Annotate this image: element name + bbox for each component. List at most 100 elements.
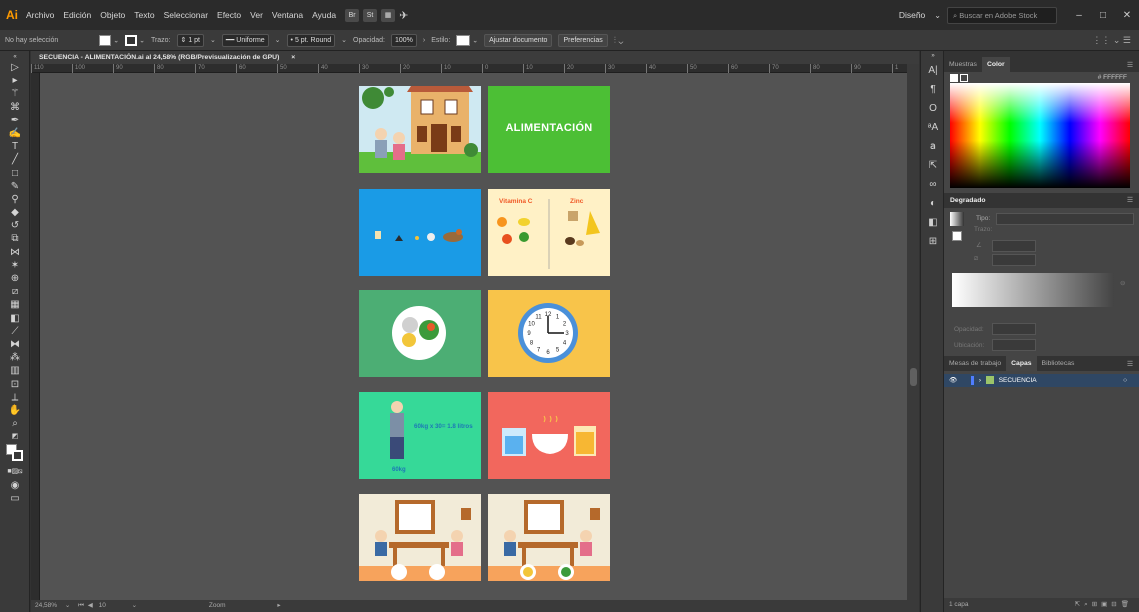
artboard-dining-1[interactable] [359,494,481,581]
chevron-down-icon[interactable]: ⌄ [934,11,941,20]
shaper-tool-icon[interactable]: ⚲ [0,193,30,206]
blend-tool-icon[interactable]: ⧓ [0,338,30,351]
opentype-panel-icon[interactable]: O [921,99,945,118]
artboard-drinks[interactable] [488,392,610,479]
variable-width-profile[interactable]: ━━ Uniforme [221,33,269,47]
fill-stroke-swatches[interactable] [0,443,30,465]
artboard-title[interactable]: ALIMENTACIÓN [488,86,610,173]
close-icon[interactable]: ✕ [1115,10,1139,21]
rotate-tool-icon[interactable]: ↺ [0,219,30,232]
collapse-panels-icon[interactable]: » [921,51,945,61]
stroke-indicator[interactable] [960,74,968,82]
layer-name[interactable]: SECUENCIA [999,377,1037,384]
zoom-tool-icon[interactable]: ⌕ [0,417,30,430]
artboard-plate[interactable] [359,290,481,377]
artboard-water[interactable]: 60kg x 30= 1.8 litros 60kg [359,392,481,479]
vertical-scrollbar[interactable] [907,64,919,600]
gpu-performance-icon[interactable]: ✈ [399,9,408,22]
artboard-dining-2[interactable] [488,494,610,581]
glyphs-panel-icon[interactable]: ᵃA [921,118,945,137]
type-on-path-icon[interactable]: 𝖺 [921,137,945,156]
gradient-location-field[interactable] [992,339,1036,351]
collapse-toolbar-icon[interactable]: « [0,51,30,61]
gradient-tool-icon[interactable]: ◧ [0,312,30,325]
status-menu-arrow-icon[interactable]: ▸ [277,602,280,609]
style-swatch[interactable]: ⌄ [456,34,478,46]
chevron-down-icon[interactable]: ⌄ [210,36,216,44]
visibility-eye-icon[interactable]: 👁 [949,377,957,384]
panel-menu-icon[interactable]: ☰ [1127,360,1133,368]
menu-efecto[interactable]: Efecto [217,10,241,20]
menu-ayuda[interactable]: Ayuda [312,10,336,20]
stock-search-input[interactable]: ⌕ Buscar en Adobe Stock [947,6,1057,24]
gradient-preview[interactable] [950,212,964,226]
column-graph-tool-icon[interactable]: ▥ [0,364,30,377]
color-mode-icon[interactable]: ■▨⧅ [0,465,30,478]
aspect-ratio-field[interactable] [992,254,1036,266]
stock-icon[interactable]: St [363,8,378,22]
minimize-icon[interactable]: – [1067,10,1091,21]
chevron-down-icon[interactable]: ⌄ [132,602,137,609]
paragraph-panel-icon[interactable]: ¶ [921,80,945,99]
zoom-level-field[interactable]: 24,58% [35,602,57,609]
chevron-down-icon[interactable]: ⌄ [65,602,70,609]
chevron-down-icon[interactable]: ⌄ [275,36,281,44]
stroke-swatch[interactable]: ⌄ [125,34,145,46]
status-mode[interactable]: Zoom [209,602,226,609]
artboard-house[interactable] [359,86,481,173]
expand-layer-icon[interactable]: › [979,377,981,384]
perspective-grid-tool-icon[interactable]: ⧄ [0,285,30,298]
drawing-mode-icon[interactable]: ◉ [0,479,30,492]
gradient-slider[interactable] [952,273,1114,307]
artboard-ingredients[interactable] [359,189,481,276]
artboard-clock[interactable]: 12 1 2 3 4 5 6 7 8 9 10 11 [488,290,610,377]
gradient-panel-header[interactable]: Degradado ☰ [944,193,1139,208]
eyedropper-tool-icon[interactable]: ⟋ [0,325,30,338]
gradient-type-select[interactable] [996,213,1134,225]
links-panel-icon[interactable]: ∞ [921,175,945,194]
menu-ver[interactable]: Ver [250,10,263,20]
tab-layers[interactable]: Capas [1006,356,1037,371]
workspace-switcher[interactable]: Diseño [899,10,925,20]
shape-builder-tool-icon[interactable]: ⊕ [0,272,30,285]
tab-color[interactable]: Color [981,57,1010,72]
document-setup-button[interactable]: Ajustar documento [484,33,553,47]
pen-tool-icon[interactable]: ✒ [0,114,30,127]
hand-tool-icon[interactable]: ✋ [0,404,30,417]
menu-ventana[interactable]: Ventana [272,10,303,20]
export-panel-icon[interactable]: ⇱ [921,156,945,175]
scrollbar-thumb[interactable] [910,368,917,386]
layer-target-icon[interactable]: ○ [1123,374,1127,387]
rectangle-tool-icon[interactable]: □ [0,167,30,180]
menu-objeto[interactable]: Objeto [100,10,125,20]
line-tool-icon[interactable]: ╱ [0,153,30,166]
direct-selection-tool-icon[interactable]: ▸ [0,74,30,87]
artboard-tool-icon[interactable]: ⊡ [0,378,30,391]
maximize-icon[interactable]: □ [1091,10,1115,21]
panel-menu-icon[interactable]: ☰ [1127,61,1133,69]
panel-menu-icon[interactable]: ☰ [1127,193,1133,208]
vertical-ruler[interactable] [31,73,40,600]
selection-tool-icon[interactable]: ▷ [0,61,30,74]
chevron-down-icon[interactable]: ⌄ [341,36,347,44]
fill-indicator[interactable] [950,74,958,82]
curvature-tool-icon[interactable]: ✍ [0,127,30,140]
document-tab[interactable]: SECUENCIA - ALIMENTACIÓN.ai al 24,58% (R… [31,51,919,64]
appearance-panel-icon[interactable]: ◐ [921,194,945,213]
menu-seleccionar[interactable]: Seleccionar [164,10,208,20]
type-tool-icon[interactable]: T [0,140,30,153]
artboard-number-field[interactable]: 10 [99,602,106,609]
fill-swatch[interactable]: ⌄ [99,34,119,46]
chevron-right-icon[interactable]: › [423,37,425,44]
transparency-panel-icon[interactable]: ◧ [921,213,945,232]
horizontal-ruler[interactable]: 110 100 90 80 70 60 50 40 30 20 10 0 10 20 30 40 50 60 70 8… [31,64,907,73]
default-fill-stroke-icon[interactable]: ◩ [0,430,30,443]
opacity-field[interactable]: 100% [390,33,417,47]
preferences-button[interactable]: Preferencias [558,33,608,47]
slice-tool-icon[interactable]: ⟂ [0,391,30,404]
hex-field[interactable]: # FFFFFF [1098,74,1127,81]
tab-libraries[interactable]: Bibliotecas [1037,356,1080,371]
mesh-tool-icon[interactable]: ▦ [0,298,30,311]
scale-tool-icon[interactable]: ⧉ [0,232,30,245]
character-panel-icon[interactable]: A| [921,61,945,80]
